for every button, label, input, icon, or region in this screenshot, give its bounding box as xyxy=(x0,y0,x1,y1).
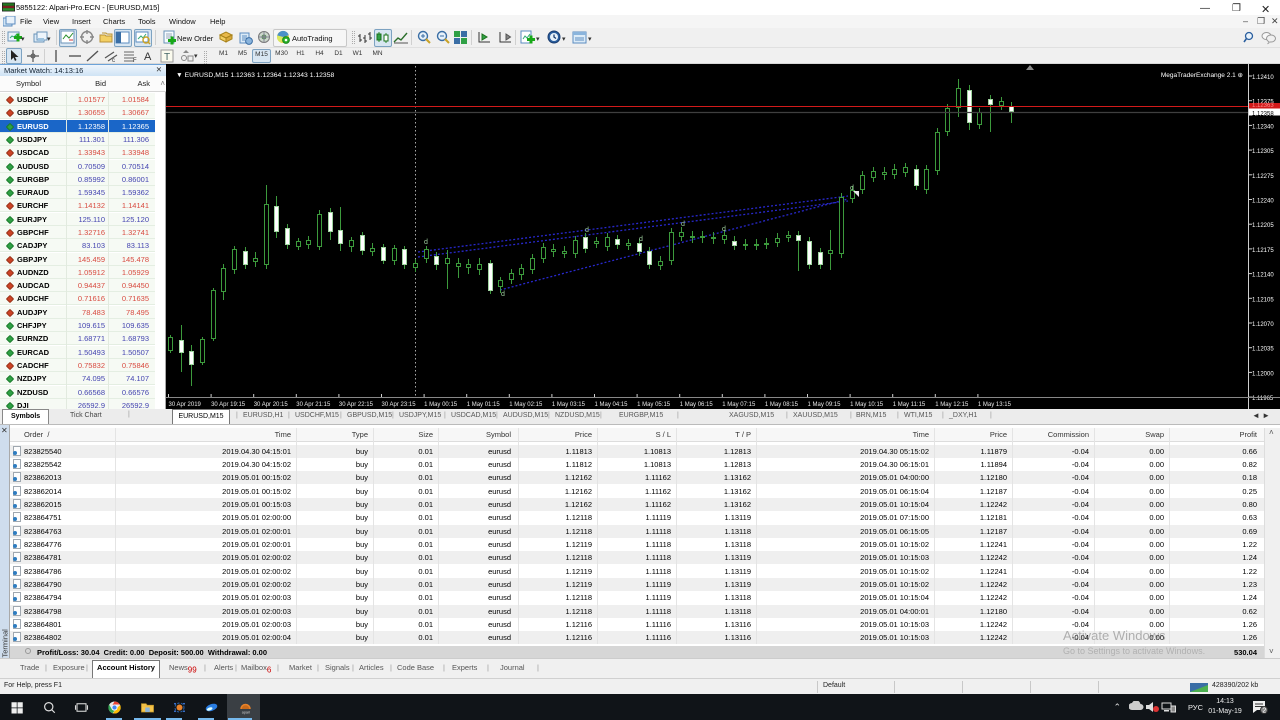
svg-text:1 May 01:15: 1 May 01:15 xyxy=(467,402,501,408)
svg-text:1 May 08:15: 1 May 08:15 xyxy=(765,402,799,408)
svg-text:d: d xyxy=(424,239,428,246)
svg-text:apari: apari xyxy=(242,711,251,715)
svg-text:d: d xyxy=(681,221,685,228)
svg-text:1 May 00:15: 1 May 00:15 xyxy=(424,402,458,408)
svg-text:1 May 10:15: 1 May 10:15 xyxy=(850,402,884,408)
svg-text:1 May 02:15: 1 May 02:15 xyxy=(509,402,543,408)
svg-text:1.12410: 1.12410 xyxy=(1252,75,1274,81)
svg-text:d: d xyxy=(501,291,505,298)
svg-text:30 Apr 21:15: 30 Apr 21:15 xyxy=(296,402,331,408)
svg-text:d: d xyxy=(639,236,643,243)
svg-text:1.12000: 1.12000 xyxy=(1252,371,1274,377)
svg-text:A: A xyxy=(144,51,152,63)
svg-text:1 May 07:15: 1 May 07:15 xyxy=(722,402,756,408)
svg-text:MegaTraderExchange 2.1 ⊕: MegaTraderExchange 2.1 ⊕ xyxy=(1161,72,1244,79)
svg-text:30 Apr 19:15: 30 Apr 19:15 xyxy=(211,402,246,408)
svg-text:2: 2 xyxy=(1262,708,1266,715)
svg-text:d: d xyxy=(722,226,726,233)
svg-text:1 May 04:15: 1 May 04:15 xyxy=(595,402,629,408)
svg-text:30 Apr 2019: 30 Apr 2019 xyxy=(169,402,202,408)
svg-text:1.12240: 1.12240 xyxy=(1252,199,1274,205)
svg-text:1.12140: 1.12140 xyxy=(1252,273,1274,279)
svg-text:30 Apr 22:15: 30 Apr 22:15 xyxy=(339,402,374,408)
svg-text:d: d xyxy=(850,185,854,192)
svg-text:1.12035: 1.12035 xyxy=(1252,347,1274,353)
svg-text:1 May 05:15: 1 May 05:15 xyxy=(637,402,671,408)
svg-text:1 May 11:15: 1 May 11:15 xyxy=(893,402,926,408)
svg-text:d: d xyxy=(585,227,589,234)
svg-text:T: T xyxy=(164,52,170,63)
svg-text:1 May 12:15: 1 May 12:15 xyxy=(935,402,969,408)
svg-text:1.12358: 1.12358 xyxy=(1252,112,1274,118)
svg-text:1 May 09:15: 1 May 09:15 xyxy=(808,402,842,408)
svg-text:1.12105: 1.12105 xyxy=(1252,297,1274,303)
svg-text:1 May 06:15: 1 May 06:15 xyxy=(680,402,714,408)
svg-text:1 May 13:15: 1 May 13:15 xyxy=(978,402,1012,408)
svg-text:1 May 03:15: 1 May 03:15 xyxy=(552,402,586,408)
svg-text:1.12070: 1.12070 xyxy=(1252,322,1274,328)
svg-text:F: F xyxy=(133,58,137,63)
svg-text:30 Apr 20:15: 30 Apr 20:15 xyxy=(254,402,289,408)
svg-text:1.12175: 1.12175 xyxy=(1252,248,1274,254)
svg-text:1.12205: 1.12205 xyxy=(1252,223,1274,229)
svg-text:1.12363: 1.12363 xyxy=(1252,103,1274,109)
svg-text:1.12305: 1.12305 xyxy=(1252,149,1274,155)
svg-text:c: c xyxy=(112,58,115,63)
svg-text:1.12340: 1.12340 xyxy=(1252,124,1274,130)
svg-text:▼ EURUSD,M15 1.12363 1.12364: ▼ EURUSD,M15 1.12363 1.12364 1.12343 1.1… xyxy=(176,72,334,79)
svg-text:1.12275: 1.12275 xyxy=(1252,174,1274,180)
svg-text:30 Apr 23:15: 30 Apr 23:15 xyxy=(382,402,417,408)
